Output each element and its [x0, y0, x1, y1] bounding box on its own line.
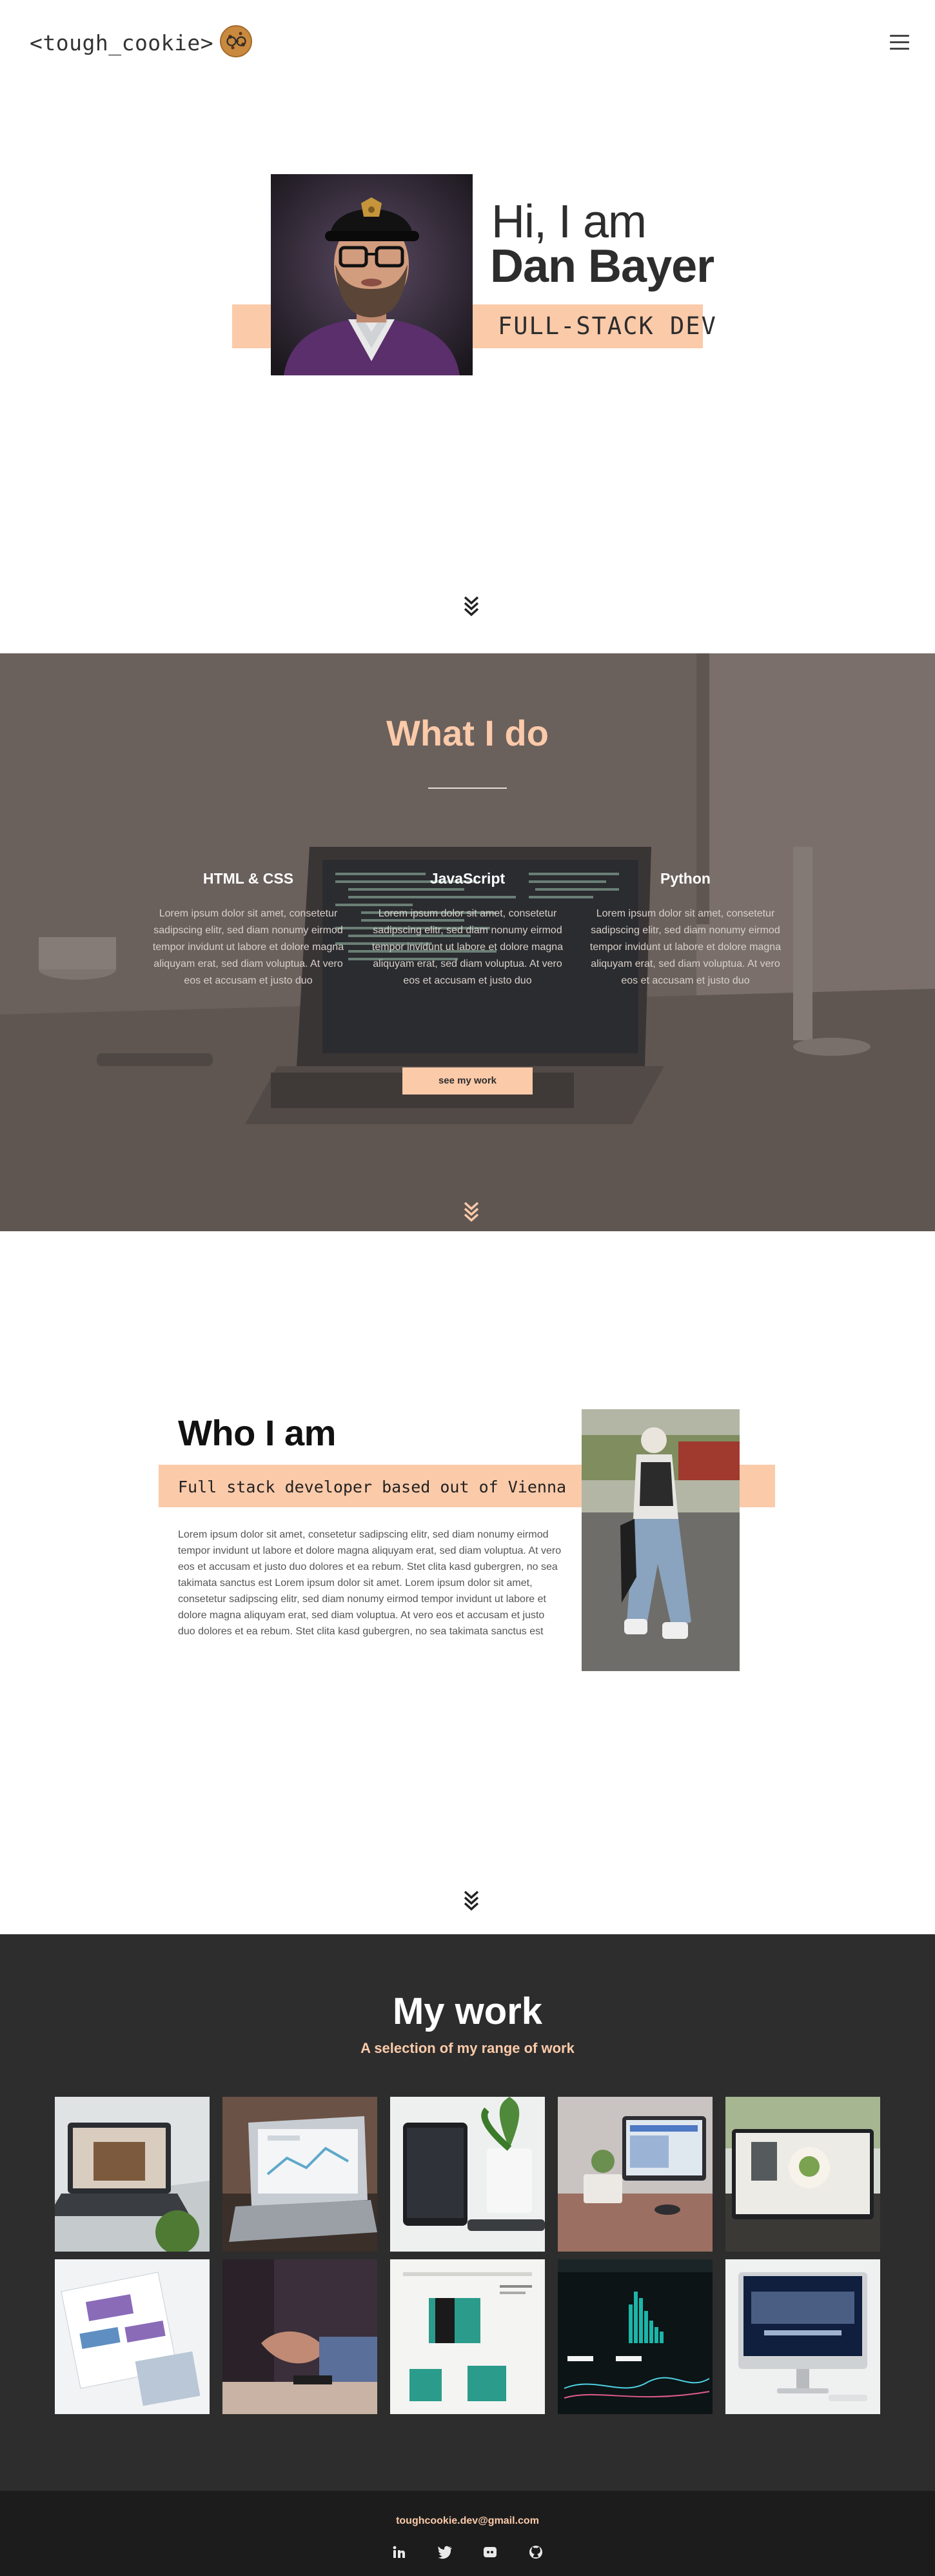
portfolio-item[interactable]: [725, 2097, 880, 2252]
portfolio-item[interactable]: [725, 2259, 880, 2414]
footer-email-link[interactable]: toughcookie.dev@gmail.com: [0, 2515, 935, 2527]
logo[interactable]: <tough_cookie>: [30, 24, 253, 62]
portfolio-item[interactable]: [390, 2259, 545, 2414]
portfolio-item[interactable]: [558, 2259, 713, 2414]
hamburger-menu-icon[interactable]: [890, 35, 909, 50]
portfolio-item[interactable]: [222, 2097, 377, 2252]
portfolio-item[interactable]: [558, 2097, 713, 2252]
skill-card-javascript: JavaScript Lorem ipsum dolor sit amet, c…: [368, 870, 567, 989]
site-header: <tough_cookie>: [0, 0, 935, 84]
logo-text: <tough_cookie>: [30, 30, 214, 55]
hero-name: Dan Bayer: [490, 241, 714, 292]
cookie-icon: [219, 24, 253, 62]
my-work-section: My work A selection of my range of work: [0, 1934, 935, 2491]
skill-title: Python: [660, 870, 711, 887]
profile-photo: [271, 174, 473, 375]
my-work-subtitle: A selection of my range of work: [360, 2040, 575, 2056]
twitter-icon[interactable]: [437, 2544, 453, 2561]
who-i-am-section: Who I am Full stack developer based out …: [0, 1231, 935, 1934]
hero-role: FULL-STACK DEV: [498, 312, 717, 340]
site-footer: toughcookie.dev@gmail.com: [0, 2491, 935, 2576]
my-work-title: My work: [392, 1990, 543, 2032]
title-divider: [428, 788, 507, 789]
linkedin-icon[interactable]: [391, 2544, 408, 2561]
who-i-am-title: Who I am: [178, 1412, 336, 1453]
scroll-down-chevron-icon[interactable]: [462, 1200, 481, 1222]
skill-card-python: Python Lorem ipsum dolor sit amet, conse…: [586, 870, 785, 989]
portfolio-item[interactable]: [390, 2097, 545, 2252]
skateboarder-photo: [582, 1409, 740, 1671]
what-i-do-section: What I do HTML & CSS Lorem ipsum dolor s…: [0, 653, 935, 1231]
portfolio-item[interactable]: [222, 2259, 377, 2414]
portfolio-item[interactable]: [55, 2259, 210, 2414]
skill-description: Lorem ipsum dolor sit amet, consetetur s…: [371, 908, 564, 986]
what-i-do-title: What I do: [386, 713, 549, 753]
skill-description: Lorem ipsum dolor sit amet, consetetur s…: [152, 908, 344, 986]
github-icon[interactable]: [527, 2544, 544, 2561]
social-links: [391, 2544, 544, 2562]
hero-section: Hi, I am Dan Bayer FULL-STACK DEV: [0, 84, 935, 653]
portfolio-item[interactable]: [55, 2097, 210, 2252]
who-i-am-tagline: Full stack developer based out of Vienna: [178, 1478, 567, 1496]
who-i-am-text: Lorem ipsum dolor sit amet, consetetur s…: [178, 1529, 562, 1637]
skill-description: Lorem ipsum dolor sit amet, consetetur s…: [589, 908, 782, 986]
hero-greeting: Hi, I am: [491, 196, 647, 248]
skill-title: HTML & CSS: [202, 870, 294, 887]
see-my-work-button[interactable]: see my work: [402, 1067, 533, 1095]
skill-title: JavaScript: [429, 870, 506, 887]
scroll-down-chevron-icon[interactable]: [462, 595, 481, 617]
discord-icon[interactable]: [482, 2544, 498, 2561]
skill-card-html-css: HTML & CSS Lorem ipsum dolor sit amet, c…: [148, 870, 348, 989]
scroll-down-chevron-icon[interactable]: [462, 1889, 481, 1911]
